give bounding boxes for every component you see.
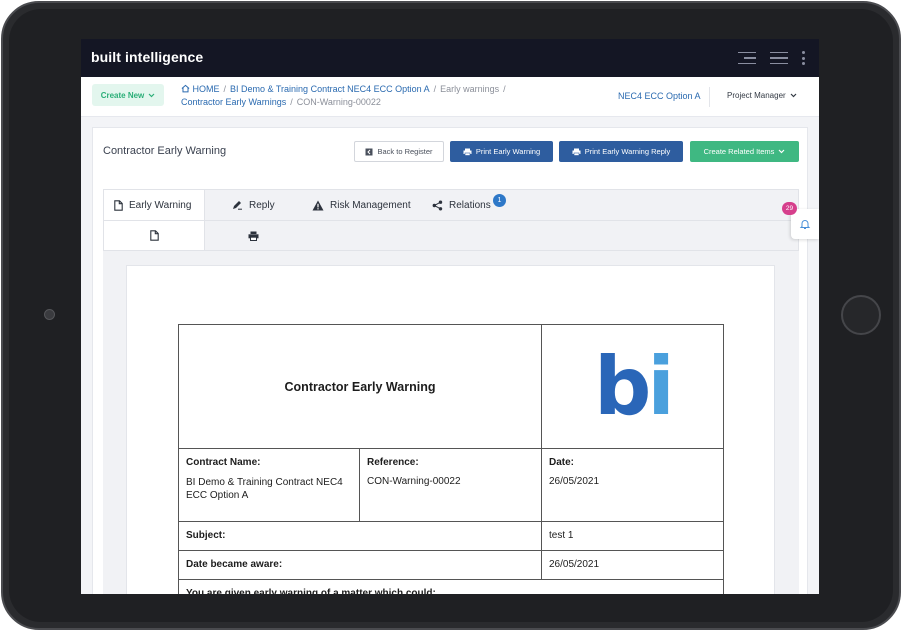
contract-name-cell: Contract Name: BI Demo & Training Contra…: [178, 448, 360, 522]
pencil-icon: [233, 201, 242, 210]
contract-name-value: BI Demo & Training Contract NEC4 ECC Opt…: [186, 477, 343, 501]
print-early-warning-reply-button[interactable]: Print Early Warning Reply: [559, 141, 683, 162]
tablet-home-button: [841, 295, 881, 335]
create-new-button[interactable]: Create New: [92, 84, 164, 106]
relations-count-badge: 1: [493, 194, 506, 207]
date-aware-value: 26/05/2021: [541, 550, 724, 580]
early-warning-form: Contractor Early Warning bi Contract Nam…: [178, 324, 724, 594]
chevron-down-icon: [779, 149, 785, 154]
printer-icon: [248, 231, 258, 241]
notifications-button[interactable]: [791, 209, 819, 239]
document-preview-area: Contractor Early Warning bi Contract Nam…: [103, 251, 799, 594]
reference-value: CON-Warning-00022: [367, 476, 461, 487]
tab-early-warning-label: Early Warning: [129, 199, 192, 211]
date-aware-label: Date became aware:: [178, 550, 542, 580]
more-options-icon[interactable]: [802, 51, 805, 65]
breadcrumb-current: CON-Warning-00022: [296, 97, 381, 107]
breadcrumb-register[interactable]: Contractor Early Warnings: [181, 97, 286, 107]
logo-cell: bi: [541, 324, 724, 449]
date-value: 26/05/2021: [549, 476, 600, 487]
print-early-warning-reply-label: Print Early Warning Reply: [584, 147, 671, 156]
tab-reply[interactable]: Reply: [232, 190, 275, 220]
print-early-warning-label: Print Early Warning: [475, 147, 541, 156]
main-card: Contractor Early Warning Back to Registe…: [92, 127, 808, 594]
date-cell: Date: 26/05/2021: [541, 448, 724, 522]
chevron-down-icon: [148, 93, 155, 97]
app-screen: built intelligence Create New HOME / BI De…: [81, 39, 819, 594]
divider: [709, 87, 710, 107]
contract-option-link[interactable]: NEC4 ECC Option A: [618, 91, 701, 101]
back-arrow-icon: [365, 148, 373, 155]
chevron-down-icon: [790, 93, 797, 98]
create-new-label: Create New: [100, 90, 145, 100]
printer-icon: [463, 148, 472, 156]
reference-label: Reference:: [367, 457, 419, 468]
subject-label: Subject:: [178, 521, 542, 551]
document-title: Contractor Early Warning: [178, 324, 542, 449]
matter-label: You are given early warning of a matter …: [178, 579, 724, 594]
bi-logo-b: b: [594, 339, 651, 433]
home-icon: [181, 84, 190, 93]
document-icon: [114, 199, 123, 211]
printer-icon: [572, 148, 581, 156]
sub-header: Create New HOME / BI Demo & Training Contr…: [81, 77, 819, 117]
create-related-items-button[interactable]: Create Related Items: [690, 141, 799, 162]
role-selector[interactable]: Project Manager: [727, 91, 797, 100]
tab-relations[interactable]: Relations: [432, 190, 491, 220]
document-icon: [149, 230, 159, 241]
bi-logo-i: i: [647, 339, 674, 433]
bell-icon: [799, 220, 811, 229]
notification-count-badge: 29: [782, 202, 797, 215]
tab-document-view[interactable]: [104, 221, 205, 250]
role-label: Project Manager: [727, 91, 786, 100]
tablet-camera: [44, 309, 55, 320]
warning-icon: [312, 200, 324, 210]
header-icons: [738, 51, 805, 65]
breadcrumb-contract[interactable]: BI Demo & Training Contract NEC4 ECC Opt…: [230, 84, 430, 94]
app-header: built intelligence: [81, 39, 819, 77]
view-tab-bar: [103, 221, 799, 251]
reference-cell: Reference: CON-Warning-00022: [359, 448, 542, 522]
breadcrumb-home[interactable]: HOME: [193, 84, 220, 94]
subject-value: test 1: [541, 521, 724, 551]
document-page: Contractor Early Warning bi Contract Nam…: [126, 265, 775, 594]
brand-logo[interactable]: built intelligence: [91, 49, 203, 65]
share-icon: [432, 200, 443, 210]
hamburger-menu-icon[interactable]: [770, 51, 788, 65]
align-right-menu-icon[interactable]: [738, 51, 756, 65]
back-to-register-label: Back to Register: [377, 147, 433, 156]
breadcrumb-section: Early warnings: [440, 84, 500, 94]
tab-reply-label: Reply: [249, 199, 275, 211]
tab-risk-management[interactable]: Risk Management: [312, 190, 411, 220]
tab-early-warning[interactable]: Early Warning: [104, 190, 205, 220]
print-early-warning-button[interactable]: Print Early Warning: [450, 141, 553, 162]
bi-logo: bi: [549, 346, 716, 427]
breadcrumb: HOME / BI Demo & Training Contract NEC4 EC…: [181, 84, 506, 107]
back-to-register-button[interactable]: Back to Register: [354, 141, 444, 162]
tab-relations-label: Relations: [449, 199, 491, 211]
create-related-items-label: Create Related Items: [703, 147, 775, 156]
tab-print-view[interactable]: [205, 221, 301, 250]
tab-bar: Early Warning Reply Risk Management Rela…: [103, 189, 799, 221]
date-label: Date:: [549, 457, 575, 468]
page-title: Contractor Early Warning: [103, 145, 227, 157]
contract-name-label: Contract Name:: [186, 457, 261, 468]
tab-risk-management-label: Risk Management: [330, 199, 411, 211]
